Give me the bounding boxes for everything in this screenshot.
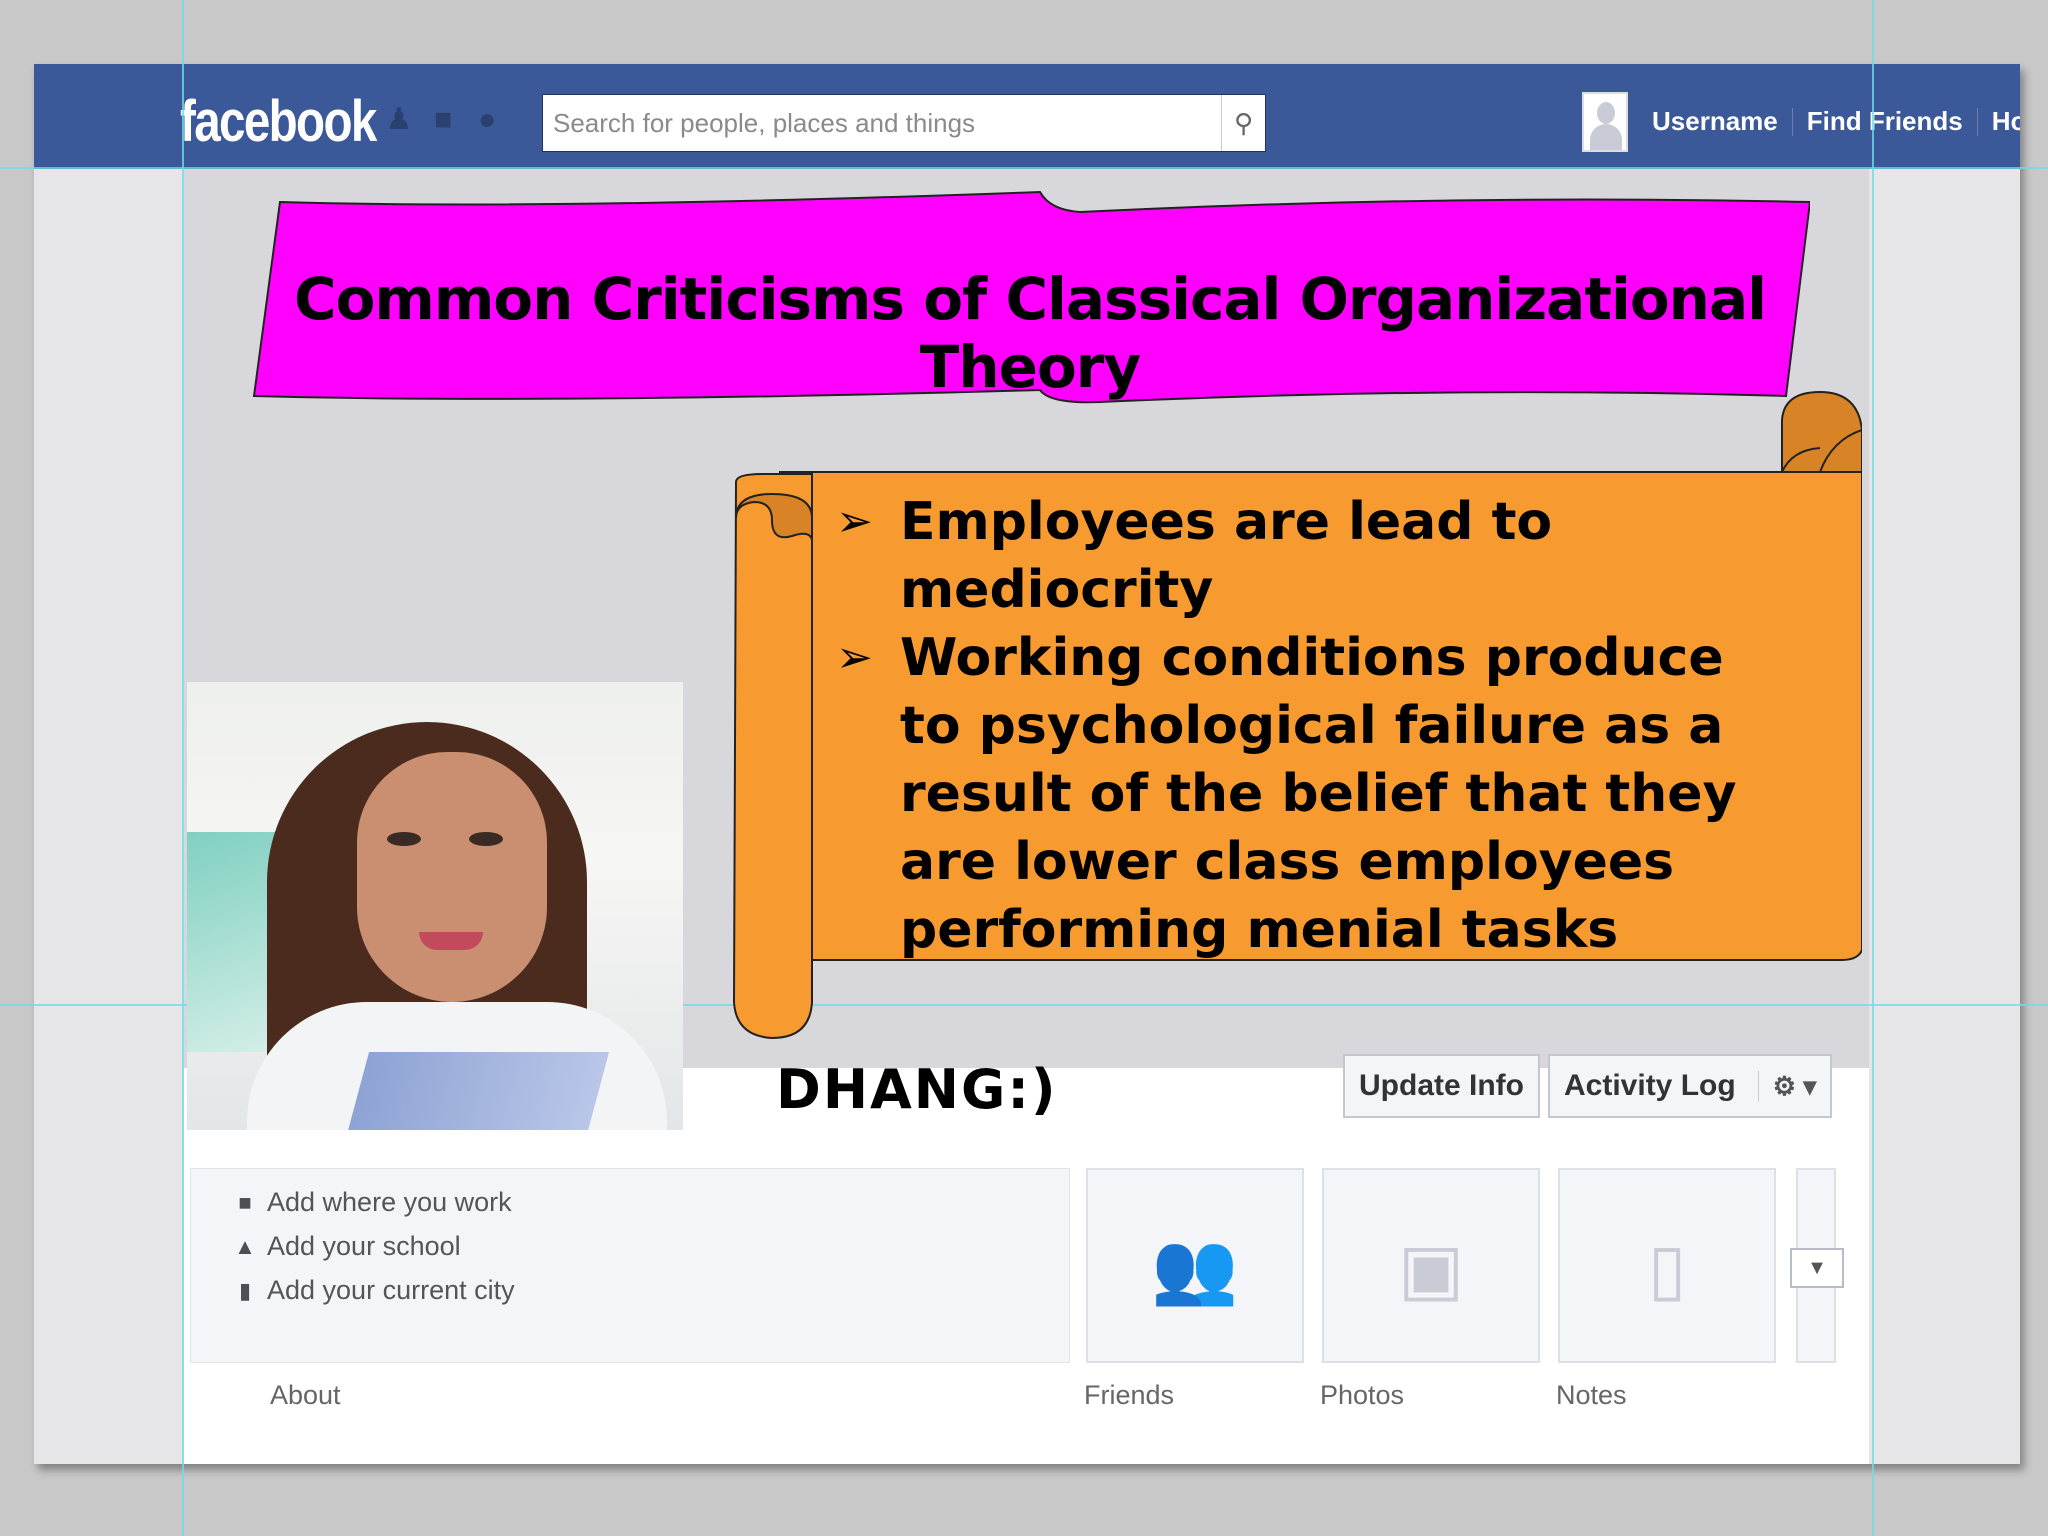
search-icon[interactable]: ⚲	[1221, 95, 1265, 151]
guide-line-vertical	[182, 0, 184, 1536]
city-icon: ▮	[238, 1277, 252, 1303]
info-item-work[interactable]: ■ Add where you work	[233, 1187, 512, 1218]
tab-photos[interactable]: Photos	[1320, 1380, 1404, 1411]
messages-icon[interactable]: ■	[428, 102, 458, 138]
facebook-top-bar: facebook ♟ ■ ● ⚲ Username Find Friends H…	[34, 64, 2020, 169]
nav-find-friends[interactable]: Find Friends	[1793, 106, 1977, 137]
bullet-list: ➢ Employees are lead to mediocrity ➢ Wor…	[836, 488, 1796, 964]
bullet-text: Working conditions produce to psychologi…	[900, 628, 1737, 960]
gear-dropdown-icon[interactable]: ⚙ ▾	[1757, 1070, 1816, 1102]
activity-log-button[interactable]: Activity Log ⚙ ▾	[1548, 1054, 1833, 1118]
arrow-bullet-icon: ➢	[836, 496, 873, 547]
photos-tile[interactable]: ▣	[1322, 1168, 1540, 1363]
notes-icon: ▯	[1647, 1230, 1687, 1308]
briefcase-icon: ■	[238, 1189, 252, 1215]
photos-icon: ▣	[1397, 1230, 1465, 1308]
update-info-label: Update Info	[1359, 1069, 1524, 1102]
notifications-globe-icon[interactable]: ●	[472, 102, 502, 138]
chevron-down-icon[interactable]: ▼	[1790, 1248, 1844, 1288]
bullet-text: Employees are lead to mediocrity	[900, 492, 1553, 620]
search-box: ⚲	[542, 94, 1266, 152]
nav-home[interactable]: Home	[1978, 106, 2020, 137]
friend-requests-icon[interactable]: ♟	[384, 102, 414, 138]
bullet-scroll: ➢ Employees are lead to mediocrity ➢ Wor…	[732, 390, 1862, 1040]
top-nav: Username Find Friends Home	[1638, 106, 2020, 137]
title-banner: Common Criticisms of Classical Organizat…	[250, 190, 1810, 420]
profile-name: DHANG:)	[776, 1058, 1058, 1121]
graduation-cap-icon: ▲	[234, 1233, 256, 1259]
search-input[interactable]	[543, 95, 1221, 151]
bullet-item: ➢ Employees are lead to mediocrity	[836, 488, 1796, 624]
facebook-logo[interactable]: facebook	[180, 88, 377, 155]
bullet-item: ➢ Working conditions produce to psycholo…	[836, 624, 1796, 964]
info-item-label: Add where you work	[267, 1187, 512, 1217]
friends-tile[interactable]: 👥	[1086, 1168, 1304, 1363]
user-avatar-icon[interactable]	[1582, 92, 1628, 152]
tab-notes[interactable]: Notes	[1556, 1380, 1627, 1411]
profile-photo[interactable]	[187, 682, 683, 1130]
notification-jewels: ♟ ■ ●	[384, 102, 502, 138]
info-item-label: Add your school	[267, 1231, 461, 1261]
guide-line-horizontal	[0, 167, 2048, 169]
arrow-bullet-icon: ➢	[836, 632, 873, 683]
tab-about[interactable]: About	[270, 1380, 341, 1411]
nav-username[interactable]: Username	[1638, 106, 1792, 137]
slide-title: Common Criticisms of Classical Organizat…	[294, 265, 1767, 401]
info-item-label: Add your current city	[267, 1275, 515, 1305]
update-info-button[interactable]: Update Info	[1343, 1054, 1540, 1118]
friends-icon: 👥	[1151, 1229, 1239, 1307]
guide-line-vertical	[1872, 0, 1874, 1536]
activity-log-label: Activity Log	[1564, 1069, 1736, 1102]
notes-tile[interactable]: ▯	[1558, 1168, 1776, 1363]
info-item-city[interactable]: ▮ Add your current city	[233, 1275, 515, 1306]
tab-friends[interactable]: Friends	[1084, 1380, 1174, 1411]
about-box: ■ Add where you work ▲ Add your school ▮…	[190, 1168, 1070, 1363]
info-item-school[interactable]: ▲ Add your school	[233, 1231, 461, 1262]
